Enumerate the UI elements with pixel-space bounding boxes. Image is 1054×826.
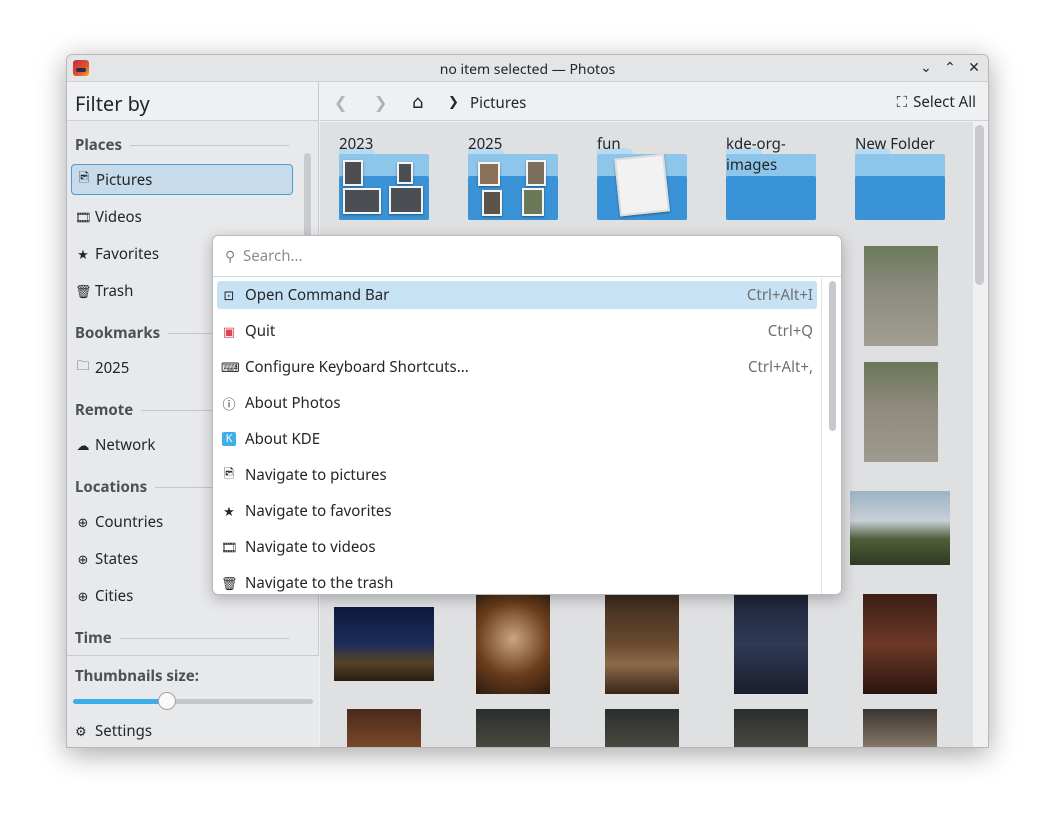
back-icon[interactable]: ❮ <box>334 91 347 113</box>
globe-icon: ⊕ <box>77 512 89 531</box>
quit-icon: ▣ <box>222 322 236 340</box>
title-bar[interactable]: no item selected — Photos ⌄ ⌃ ✕ <box>67 55 988 82</box>
trash-icon: 🗑 <box>75 281 92 300</box>
trash-icon: 🗑 <box>221 574 238 592</box>
command-bar-dialog: ⚲ ⊡ Open Command Bar Ctrl+Alt+I ▣ Quit C… <box>212 235 842 595</box>
sidebar-item-videos[interactable]: 🎞 Videos <box>71 201 293 232</box>
photo-thumbnail[interactable] <box>863 709 937 747</box>
photo-thumbnail[interactable] <box>476 594 550 694</box>
select-all-button[interactable]: ⛶ Select All <box>897 92 976 112</box>
folder-label: 2025 <box>468 134 503 154</box>
folder-label: 2023 <box>339 134 374 154</box>
command-search-row: ⚲ <box>213 236 841 277</box>
photo-thumbnail[interactable] <box>347 709 421 747</box>
image-icon: 🖻 <box>223 463 235 482</box>
maximize-icon[interactable]: ⌃ <box>941 59 959 77</box>
scrollbar-thumb[interactable] <box>829 281 836 431</box>
folder-label: fun <box>597 134 621 154</box>
command-navigate-pictures[interactable]: 🖻 Navigate to pictures <box>217 461 817 489</box>
chevron-right-icon: ❯ <box>448 92 459 110</box>
toolbar: ❮ ❯ ⌂ ❯ Pictures ⛶ Select All <box>320 82 988 121</box>
command-list-scrollbar[interactable] <box>821 278 841 594</box>
thumbnail-size-slider[interactable] <box>73 699 313 704</box>
photo-thumbnail[interactable] <box>863 594 937 694</box>
breadcrumb[interactable]: Pictures <box>470 93 526 113</box>
kde-icon: K <box>222 432 236 446</box>
folder-label: New Folder <box>855 134 935 154</box>
folder-label: kde-org- images <box>726 134 786 175</box>
command-navigate-trash[interactable]: 🗑 Navigate to the trash <box>217 569 817 594</box>
command-search-input[interactable] <box>243 244 823 268</box>
settings-button[interactable]: ⚙ Settings <box>75 721 152 741</box>
photo-thumbnail[interactable] <box>734 594 808 694</box>
minimize-icon[interactable]: ⌄ <box>917 59 935 77</box>
image-icon: 🖻 <box>78 168 90 186</box>
select-all-icon: ⛶ <box>896 92 908 112</box>
info-icon: ⓘ <box>222 394 236 413</box>
slider-fill <box>73 699 167 704</box>
photo-thumbnail[interactable] <box>864 246 938 346</box>
film-icon: 🎞 <box>75 207 92 226</box>
photo-thumbnail[interactable] <box>605 709 679 747</box>
sidebar-header: Filter by <box>67 82 318 121</box>
star-icon: ★ <box>77 244 89 263</box>
grid-scrollbar[interactable] <box>975 125 984 285</box>
star-icon: ★ <box>223 502 235 520</box>
globe-icon: ⊕ <box>77 586 89 605</box>
keyboard-icon: ⌨ <box>221 358 240 376</box>
photo-thumbnail[interactable] <box>334 607 434 681</box>
globe-icon: ⊕ <box>77 549 89 568</box>
window-title: no item selected — Photos <box>439 60 616 79</box>
home-icon[interactable]: ⌂ <box>412 90 423 114</box>
photo-thumbnail[interactable] <box>476 709 550 747</box>
photo-thumbnail[interactable] <box>605 594 679 694</box>
command-about-kde[interactable]: K About KDE <box>217 425 817 453</box>
terminal-icon: ⊡ <box>223 286 235 304</box>
command-quit[interactable]: ▣ Quit Ctrl+Q <box>217 317 817 345</box>
film-icon: 🎞 <box>221 538 238 556</box>
command-list: ⊡ Open Command Bar Ctrl+Alt+I ▣ Quit Ctr… <box>213 278 821 594</box>
photo-thumbnail[interactable] <box>850 491 950 565</box>
close-icon[interactable]: ✕ <box>965 59 983 77</box>
folder-icon: 🗀 <box>76 356 90 374</box>
search-icon: ⚲ <box>225 247 236 266</box>
command-configure-shortcuts[interactable]: ⌨ Configure Keyboard Shortcuts... Ctrl+A… <box>217 353 817 381</box>
time-section-title: Time <box>75 628 289 648</box>
photo-thumbnail[interactable] <box>734 709 808 747</box>
places-section-title: Places <box>75 135 289 155</box>
settings-icon: ⚙ <box>75 722 87 740</box>
thumbnail-size-panel: Thumbnails size: ⚙ Settings <box>67 655 319 747</box>
slider-handle[interactable] <box>157 692 176 710</box>
forward-icon[interactable]: ❯ <box>374 91 387 113</box>
command-navigate-favorites[interactable]: ★ Navigate to favorites <box>217 497 817 525</box>
thumbnails-size-label: Thumbnails size: <box>75 666 199 686</box>
command-open-command-bar[interactable]: ⊡ Open Command Bar Ctrl+Alt+I <box>217 281 817 309</box>
photo-thumbnail[interactable] <box>864 362 938 462</box>
sidebar-item-pictures[interactable]: 🖻 Pictures <box>71 164 293 195</box>
command-navigate-videos[interactable]: 🎞 Navigate to videos <box>217 533 817 561</box>
cloud-icon: ☁ <box>76 435 90 454</box>
command-about-photos[interactable]: ⓘ About Photos <box>217 389 817 417</box>
